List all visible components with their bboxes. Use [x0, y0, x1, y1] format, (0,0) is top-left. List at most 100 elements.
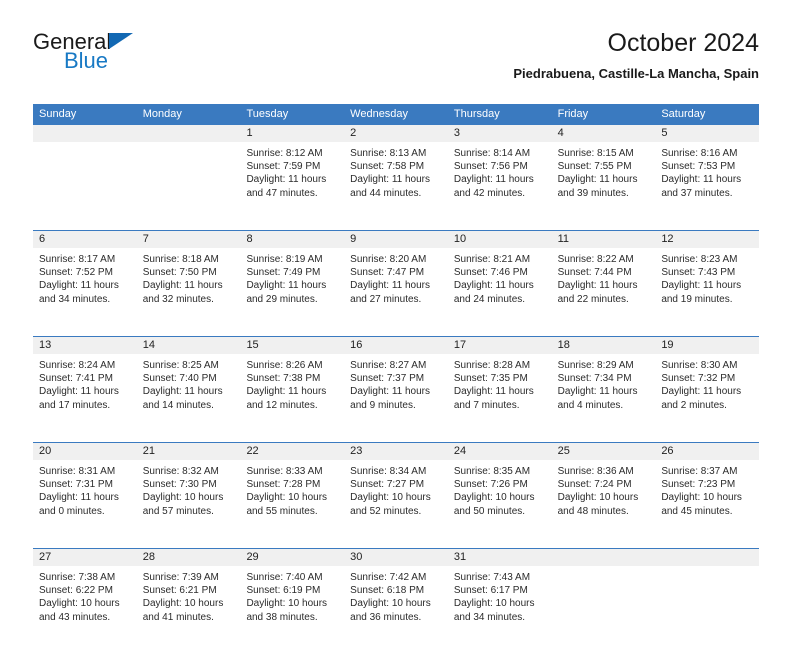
day-details: Sunrise: 8:28 AM Sunset: 7:35 PM Daylight:… — [448, 354, 552, 412]
day-number[interactable]: 10 — [448, 231, 552, 248]
day-number[interactable]: 24 — [448, 443, 552, 460]
calendar-day-cell[interactable]: Sunrise: 7:39 AM Sunset: 6:21 PM Daylight:… — [137, 566, 241, 654]
day-number[interactable]: 25 — [552, 443, 656, 460]
day-detail-line: Daylight: 11 hours — [453, 386, 534, 398]
day-number[interactable]: 6 — [33, 231, 137, 248]
day-detail-line: Sunrise: 8:37 AM — [661, 466, 738, 477]
calendar-day-cell[interactable]: Sunrise: 8:18 AM Sunset: 7:50 PM Daylight:… — [137, 248, 241, 336]
day-detail-line: Sunrise: 7:43 AM — [453, 572, 531, 583]
calendar-day-cell[interactable]: Sunrise: 7:43 AM Sunset: 6:17 PM Daylight:… — [448, 566, 552, 654]
day-number[interactable]: 14 — [137, 337, 241, 354]
calendar-day-cell[interactable]: Sunrise: 8:37 AM Sunset: 7:23 PM Daylight:… — [655, 460, 759, 548]
day-number-band: 6 7 8 9 10 11 12 — [33, 231, 759, 248]
day-detail-line: Sunset: 7:50 PM — [142, 267, 217, 279]
day-details: Sunrise: 8:15 AM Sunset: 7:55 PM Daylight:… — [552, 142, 656, 200]
calendar-day-cell[interactable]: Sunrise: 8:16 AM Sunset: 7:53 PM Daylight:… — [655, 142, 759, 230]
calendar-day-cell[interactable]: Sunrise: 8:25 AM Sunset: 7:40 PM Daylight:… — [137, 354, 241, 442]
day-detail-line: Daylight: 10 hours — [39, 598, 120, 610]
day-number[interactable]: 7 — [137, 231, 241, 248]
calendar-day-cell[interactable]: Sunrise: 8:32 AM Sunset: 7:30 PM Daylight:… — [137, 460, 241, 548]
day-detail-line: Daylight: 11 hours — [246, 174, 327, 186]
day-number[interactable]: 12 — [655, 231, 759, 248]
day-number[interactable]: 19 — [655, 337, 759, 354]
calendar-day-cell[interactable]: Sunrise: 8:17 AM Sunset: 7:52 PM Daylight:… — [33, 248, 137, 336]
day-number[interactable]: 15 — [240, 337, 344, 354]
day-number[interactable]: 21 — [137, 443, 241, 460]
day-detail-line: Sunrise: 8:15 AM — [557, 148, 634, 159]
day-number[interactable]: 27 — [33, 549, 137, 566]
day-number[interactable]: 5 — [655, 125, 759, 142]
day-details: Sunrise: 8:24 AM Sunset: 7:41 PM Daylight:… — [33, 354, 137, 412]
day-detail-line: Sunrise: 8:24 AM — [39, 360, 116, 371]
day-detail-line: Sunrise: 8:18 AM — [142, 254, 219, 265]
day-number[interactable]: 17 — [448, 337, 552, 354]
page-header: General Blue October 2024 Piedrabuena, C… — [33, 28, 759, 100]
calendar-day-cell[interactable]: Sunrise: 8:30 AM Sunset: 7:32 PM Daylight:… — [655, 354, 759, 442]
calendar-day-cell[interactable]: Sunrise: 8:13 AM Sunset: 7:58 PM Daylight:… — [344, 142, 448, 230]
day-detail-line: Sunrise: 8:22 AM — [557, 254, 634, 265]
day-number[interactable]: 20 — [33, 443, 137, 460]
day-detail-line: and 2 minutes. — [661, 399, 727, 411]
day-number[interactable]: 28 — [137, 549, 241, 566]
calendar-day-cell[interactable]: Sunrise: 8:36 AM Sunset: 7:24 PM Daylight:… — [552, 460, 656, 548]
day-number[interactable]: 30 — [344, 549, 448, 566]
calendar-day-cell[interactable]: Sunrise: 7:42 AM Sunset: 6:18 PM Daylight:… — [344, 566, 448, 654]
weekday-header-wednesday: Wednesday — [350, 108, 409, 120]
calendar-day-cell[interactable]: Sunrise: 8:14 AM Sunset: 7:56 PM Daylight:… — [448, 142, 552, 230]
day-detail-line: Sunset: 6:22 PM — [39, 585, 113, 597]
calendar-day-cell[interactable]: Sunrise: 8:23 AM Sunset: 7:43 PM Daylight:… — [655, 248, 759, 336]
calendar-day-cell[interactable]: Sunrise: 8:27 AM Sunset: 7:37 PM Daylight:… — [344, 354, 448, 442]
day-number[interactable]: 9 — [344, 231, 448, 248]
day-detail-line: Daylight: 10 hours — [453, 598, 535, 610]
day-number[interactable]: 3 — [448, 125, 552, 142]
day-detail-line: Sunset: 7:53 PM — [661, 161, 736, 173]
day-detail-line: Sunset: 7:27 PM — [350, 479, 425, 491]
calendar-day-cell[interactable]: Sunrise: 8:33 AM Sunset: 7:28 PM Daylight:… — [240, 460, 344, 548]
day-number[interactable]: 18 — [552, 337, 656, 354]
day-number[interactable]: 13 — [33, 337, 137, 354]
day-number[interactable]: 8 — [240, 231, 344, 248]
day-number[interactable]: 23 — [344, 443, 448, 460]
calendar-day-cell[interactable]: Sunrise: 8:35 AM Sunset: 7:26 PM Daylight:… — [448, 460, 552, 548]
day-number[interactable]: 22 — [240, 443, 344, 460]
calendar-day-cell[interactable]: Sunrise: 8:29 AM Sunset: 7:34 PM Daylight:… — [552, 354, 656, 442]
calendar-day-cell[interactable]: Sunrise: 8:22 AM Sunset: 7:44 PM Daylight:… — [552, 248, 656, 336]
day-details: Sunrise: 8:29 AM Sunset: 7:34 PM Daylight:… — [552, 354, 656, 412]
day-detail-line: Daylight: 11 hours — [661, 280, 742, 292]
day-number[interactable]: 26 — [655, 443, 759, 460]
day-details: Sunrise: 8:22 AM Sunset: 7:44 PM Daylight:… — [552, 248, 656, 306]
day-detail-line: Sunset: 7:31 PM — [39, 479, 113, 491]
day-details: Sunrise: 8:18 AM Sunset: 7:50 PM Daylight:… — [137, 248, 241, 306]
day-detail-line: and 45 minutes. — [661, 505, 733, 517]
calendar-day-cell[interactable]: Sunrise: 8:12 AM Sunset: 7:59 PM Daylight:… — [240, 142, 344, 230]
calendar-day-cell[interactable]: Sunrise: 8:34 AM Sunset: 7:27 PM Daylight:… — [344, 460, 448, 548]
week-cells: Sunrise: 8:31 AM Sunset: 7:31 PM Daylight:… — [33, 460, 759, 548]
calendar-day-cell[interactable]: Sunrise: 8:31 AM Sunset: 7:31 PM Daylight:… — [33, 460, 137, 548]
calendar-day-cell[interactable]: Sunrise: 8:26 AM Sunset: 7:38 PM Daylight:… — [240, 354, 344, 442]
blue-triangle-icon — [109, 33, 133, 49]
calendar-day-cell[interactable]: Sunrise: 8:15 AM Sunset: 7:55 PM Daylight:… — [552, 142, 656, 230]
day-detail-line: Sunrise: 8:20 AM — [350, 254, 427, 265]
day-detail-line: Sunrise: 8:34 AM — [350, 466, 427, 477]
calendar-day-cell[interactable]: Sunrise: 8:28 AM Sunset: 7:35 PM Daylight:… — [448, 354, 552, 442]
day-number[interactable]: 11 — [552, 231, 656, 248]
calendar-day-cell[interactable]: Sunrise: 7:38 AM Sunset: 6:22 PM Daylight:… — [33, 566, 137, 654]
day-detail-line: Sunrise: 7:40 AM — [246, 572, 323, 583]
day-number[interactable]: 2 — [344, 125, 448, 142]
day-detail-line: Sunrise: 7:42 AM — [350, 572, 427, 583]
day-detail-line: Sunset: 7:59 PM — [246, 161, 321, 173]
calendar-day-cell[interactable]: Sunrise: 8:21 AM Sunset: 7:46 PM Daylight:… — [448, 248, 552, 336]
day-detail-line: Daylight: 11 hours — [350, 386, 431, 398]
day-detail-line: Sunset: 7:24 PM — [557, 479, 632, 491]
day-number[interactable]: 29 — [240, 549, 344, 566]
day-detail-line: Sunrise: 8:28 AM — [453, 360, 531, 371]
calendar-day-cell[interactable]: Sunrise: 8:20 AM Sunset: 7:47 PM Daylight:… — [344, 248, 448, 336]
calendar-day-cell[interactable]: Sunrise: 7:40 AM Sunset: 6:19 PM Daylight:… — [240, 566, 344, 654]
day-number[interactable]: 1 — [240, 125, 344, 142]
calendar-day-cell[interactable]: Sunrise: 8:24 AM Sunset: 7:41 PM Daylight:… — [33, 354, 137, 442]
day-number[interactable]: 16 — [344, 337, 448, 354]
brand-logo[interactable]: General Blue — [33, 28, 263, 84]
day-number[interactable]: 31 — [448, 549, 552, 566]
day-number[interactable]: 4 — [552, 125, 656, 142]
calendar-day-cell[interactable]: Sunrise: 8:19 AM Sunset: 7:49 PM Daylight:… — [240, 248, 344, 336]
